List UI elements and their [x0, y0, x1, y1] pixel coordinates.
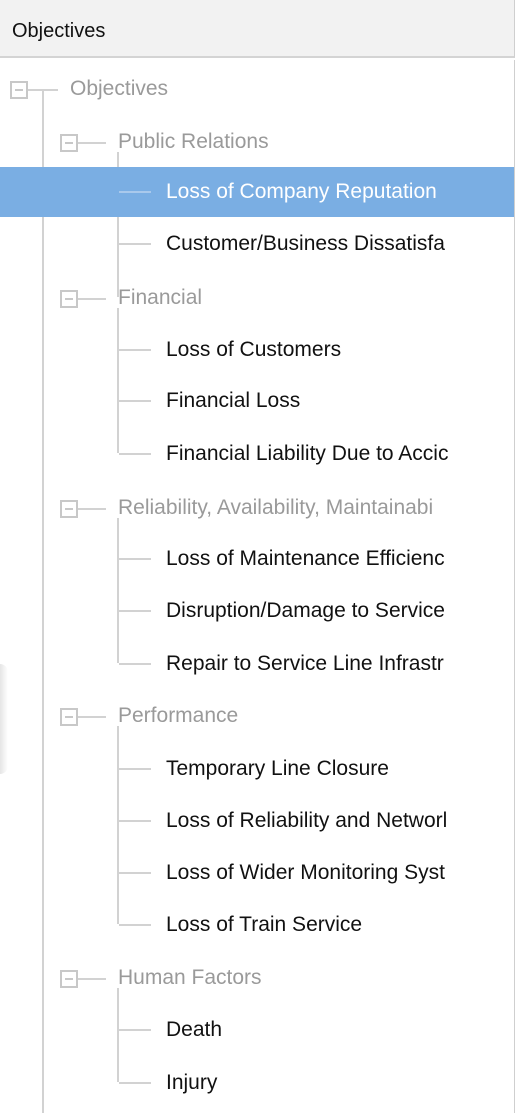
tree-node-leaf[interactable]: Loss of Customers [166, 338, 341, 362]
group-connector-line [78, 716, 106, 718]
group-connector-line [78, 978, 106, 980]
collapse-toggle-icon[interactable] [60, 290, 78, 308]
tree-node-group[interactable]: Performance [118, 704, 238, 728]
group-connector-line [78, 508, 106, 510]
leaf-connector-line [119, 558, 151, 560]
tree-node-leaf[interactable]: Loss of Reliability and Networl [166, 809, 447, 833]
leaf-connector-line [119, 453, 151, 455]
panel-title: Objectives [12, 20, 106, 42]
leaf-connector-line [119, 243, 151, 245]
leaf-connector-line [119, 400, 151, 402]
tree-node-leaf[interactable]: Loss of Train Service [166, 913, 362, 937]
leaf-connector-line [119, 820, 151, 822]
group-connector-line [78, 142, 106, 144]
tree-row[interactable]: Customer/Business Dissatisfa [0, 219, 514, 269]
tree-row[interactable]: Loss of Reliability and Networl [0, 796, 514, 846]
tree-node-group[interactable]: Financial [118, 286, 202, 310]
tree-node-leaf[interactable]: Death [166, 1018, 222, 1042]
tree-row[interactable]: Repair to Service Line Infrastr [0, 639, 514, 689]
tree-node-leaf[interactable]: Customer/Business Dissatisfa [166, 232, 445, 256]
leaf-connector-line [119, 924, 151, 926]
root-connector-line [28, 89, 58, 91]
collapse-toggle-icon[interactable] [60, 500, 78, 518]
tree-node-leaf[interactable]: Loss of Company Reputation [166, 180, 437, 204]
tree-node-group[interactable]: Public Relations [118, 130, 269, 154]
tree-row[interactable]: Disruption/Damage to Service [0, 586, 514, 636]
tree-row[interactable]: Loss of Customers [0, 325, 514, 375]
tree-row[interactable]: Loss of Wider Monitoring Syst [0, 848, 514, 898]
tree-row-selected[interactable]: Loss of Company Reputation [0, 167, 514, 217]
objectives-tree[interactable]: Objectives Public Relations Loss of Comp… [0, 60, 515, 1113]
collapse-toggle-icon[interactable] [10, 81, 28, 99]
leaf-connector-line [119, 349, 151, 351]
tree-row[interactable]: Loss of Maintenance Efficienc [0, 534, 514, 584]
tree-node-leaf[interactable]: Loss of Maintenance Efficienc [166, 547, 445, 571]
objectives-panel: Objectives Objectives Public Relations L… [0, 0, 531, 1113]
tree-node-leaf[interactable]: Financial Liability Due to Accic [166, 442, 448, 466]
tree-row[interactable]: Loss of Train Service [0, 900, 514, 950]
leaf-connector-line [119, 1029, 151, 1031]
leaf-connector-line [119, 768, 151, 770]
tree-row[interactable]: Financial Liability Due to Accic [0, 429, 514, 479]
leaf-connector-line [119, 191, 151, 193]
tree-node-root[interactable]: Objectives [70, 77, 168, 101]
tree-row[interactable]: Injury [0, 1058, 514, 1108]
tree-row[interactable]: Temporary Line Closure [0, 744, 514, 794]
tree-node-leaf[interactable]: Financial Loss [166, 389, 300, 413]
tree-node-leaf[interactable]: Injury [166, 1071, 217, 1095]
leaf-connector-line [119, 610, 151, 612]
tree-node-leaf[interactable]: Loss of Wider Monitoring Syst [166, 861, 445, 885]
tree-row[interactable]: Death [0, 1005, 514, 1055]
collapse-toggle-icon[interactable] [60, 134, 78, 152]
tree-node-group[interactable]: Reliability, Availability, Maintainabi [118, 496, 433, 520]
tree-node-leaf[interactable]: Disruption/Damage to Service [166, 599, 445, 623]
splitter-handle[interactable] [0, 664, 8, 774]
group-connector-line [78, 298, 106, 300]
tree-node-group[interactable]: Human Factors [118, 966, 262, 990]
collapse-toggle-icon[interactable] [60, 970, 78, 988]
collapse-toggle-icon[interactable] [60, 708, 78, 726]
tree-body: Objectives Public Relations Loss of Comp… [0, 60, 514, 1113]
tree-row[interactable]: Financial Loss [0, 376, 514, 426]
leaf-connector-line [119, 663, 151, 665]
panel-header: Objectives [0, 0, 515, 58]
leaf-connector-line [119, 1082, 151, 1084]
leaf-connector-line [119, 872, 151, 874]
tree-node-leaf[interactable]: Repair to Service Line Infrastr [166, 652, 444, 676]
tree-node-leaf[interactable]: Temporary Line Closure [166, 757, 389, 781]
